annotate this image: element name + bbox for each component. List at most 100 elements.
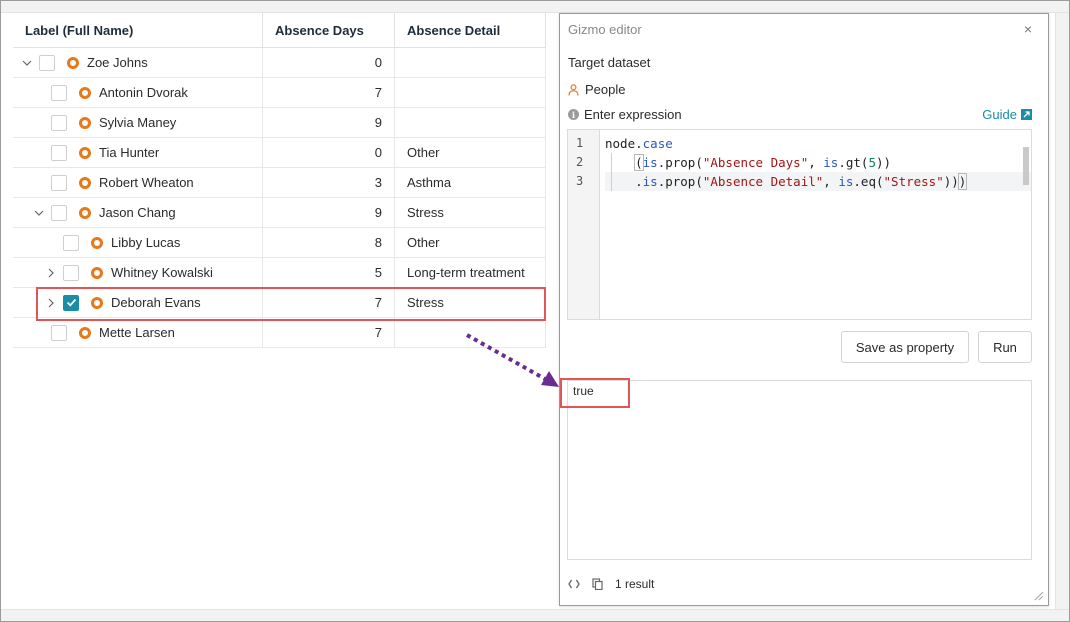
gizmo-editor-panel: Gizmo editor × Target dataset People i E… xyxy=(559,13,1049,606)
line-number: 2 xyxy=(576,155,584,169)
editor-title: Gizmo editor xyxy=(568,22,642,37)
chevron-down-icon[interactable] xyxy=(33,207,45,219)
row-days: 5 xyxy=(263,258,395,287)
row-days: 7 xyxy=(263,78,395,107)
chevron-right-icon[interactable] xyxy=(45,297,57,309)
row-days: 0 xyxy=(263,138,395,167)
external-link-icon xyxy=(1021,109,1032,120)
person-icon xyxy=(568,83,579,96)
row-checkbox[interactable] xyxy=(39,54,55,71)
editor-scrollbar[interactable] xyxy=(1023,147,1029,185)
bottom-edge xyxy=(1,609,1069,621)
line-numbers: 1 2 3 xyxy=(568,130,600,319)
node-icon xyxy=(79,146,91,159)
node-icon xyxy=(79,206,91,219)
node-icon xyxy=(79,326,91,339)
row-checkbox[interactable] xyxy=(51,114,67,131)
row-days: 3 xyxy=(263,168,395,197)
code-line: node.case xyxy=(605,136,673,151)
row-checkbox[interactable] xyxy=(51,84,67,101)
row-checkbox[interactable] xyxy=(51,324,67,341)
row-detail xyxy=(395,78,546,107)
code-brackets-icon[interactable] xyxy=(568,579,580,589)
node-icon xyxy=(91,296,103,309)
close-icon[interactable]: × xyxy=(1024,21,1032,37)
result-count: 1 result xyxy=(615,577,655,591)
row-detail: Other xyxy=(395,228,546,257)
table-header: Label (Full Name) Absence Days Absence D… xyxy=(13,13,546,48)
row-name: Mette Larsen xyxy=(99,325,175,340)
table-row[interactable]: Antonin Dvorak 7 xyxy=(13,78,546,108)
line-number: 3 xyxy=(576,174,584,188)
row-detail: Asthma xyxy=(395,168,546,197)
header-absence-days[interactable]: Absence Days xyxy=(263,13,395,47)
code-line: (is.prop("Absence Days", is.gt(5)) xyxy=(634,154,892,171)
row-days: 0 xyxy=(263,48,395,77)
run-button[interactable]: Run xyxy=(978,331,1032,363)
guide-link[interactable]: Guide xyxy=(982,107,1032,122)
table-row[interactable]: Jason Chang 9 Stress xyxy=(13,198,546,228)
row-name: Zoe Johns xyxy=(87,55,148,70)
row-detail: Stress xyxy=(395,288,546,317)
row-detail xyxy=(395,48,546,77)
row-detail: Other xyxy=(395,138,546,167)
row-name: Antonin Dvorak xyxy=(99,85,188,100)
target-dataset-label: Target dataset xyxy=(568,55,651,70)
row-name: Tia Hunter xyxy=(99,145,160,160)
editor-footer: 1 result xyxy=(568,577,654,591)
expression-label: Enter expression xyxy=(584,107,682,122)
node-icon xyxy=(79,86,91,99)
table-row[interactable]: Deborah Evans 7 Stress xyxy=(13,288,546,318)
row-checkbox[interactable] xyxy=(51,144,67,161)
text-cursor xyxy=(966,175,968,190)
code-area[interactable]: node.case (is.prop("Absence Days", is.gt… xyxy=(600,130,1031,319)
row-detail: Stress xyxy=(395,198,546,227)
node-icon xyxy=(79,116,91,129)
right-edge xyxy=(1055,13,1069,611)
table-row[interactable]: Zoe Johns 0 xyxy=(13,48,546,78)
guide-label: Guide xyxy=(982,107,1017,122)
table-row[interactable]: Tia Hunter 0 Other xyxy=(13,138,546,168)
indent-guide xyxy=(611,153,612,191)
resize-handle-icon[interactable] xyxy=(1034,591,1044,601)
table-row[interactable]: Libby Lucas 8 Other xyxy=(13,228,546,258)
row-name: Libby Lucas xyxy=(111,235,181,250)
chevron-down-icon[interactable] xyxy=(21,57,33,69)
header-absence-detail[interactable]: Absence Detail xyxy=(395,13,546,47)
dotted-arrow-annotation xyxy=(466,333,559,387)
row-checkbox[interactable] xyxy=(51,174,67,191)
row-detail: Long-term treatment xyxy=(395,258,546,287)
row-name: Jason Chang xyxy=(99,205,176,220)
node-icon xyxy=(91,266,103,279)
copy-icon[interactable] xyxy=(592,578,603,590)
result-value: true xyxy=(573,384,594,398)
dataset-selector[interactable]: People xyxy=(568,82,625,97)
node-icon xyxy=(79,176,91,189)
expression-editor[interactable]: 1 2 3 node.case (is.prop("Absence Days",… xyxy=(567,129,1032,320)
header-label[interactable]: Label (Full Name) xyxy=(13,13,263,47)
node-icon xyxy=(91,236,103,249)
table-row[interactable]: Sylvia Maney 9 xyxy=(13,108,546,138)
row-detail xyxy=(395,108,546,137)
row-checkbox[interactable] xyxy=(51,204,67,221)
row-days: 7 xyxy=(263,288,395,317)
chevron-right-icon[interactable] xyxy=(45,267,57,279)
expression-label-row: i Enter expression xyxy=(568,107,682,122)
row-days: 7 xyxy=(263,318,395,347)
row-days: 8 xyxy=(263,228,395,257)
row-checkbox-checked[interactable] xyxy=(63,294,79,311)
row-checkbox[interactable] xyxy=(63,264,79,281)
table-row[interactable]: Whitney Kowalski 5 Long-term treatment xyxy=(13,258,546,288)
info-icon[interactable]: i xyxy=(568,109,579,120)
results-table: Label (Full Name) Absence Days Absence D… xyxy=(13,13,546,348)
row-name: Deborah Evans xyxy=(111,295,201,310)
line-number: 1 xyxy=(576,136,584,150)
dataset-name: People xyxy=(585,82,626,97)
row-checkbox[interactable] xyxy=(63,234,79,251)
row-days: 9 xyxy=(263,198,395,227)
table-row[interactable]: Robert Wheaton 3 Asthma xyxy=(13,168,546,198)
row-days: 9 xyxy=(263,108,395,137)
save-as-property-button[interactable]: Save as property xyxy=(841,331,969,363)
row-name: Robert Wheaton xyxy=(99,175,194,190)
row-name: Whitney Kowalski xyxy=(111,265,213,280)
